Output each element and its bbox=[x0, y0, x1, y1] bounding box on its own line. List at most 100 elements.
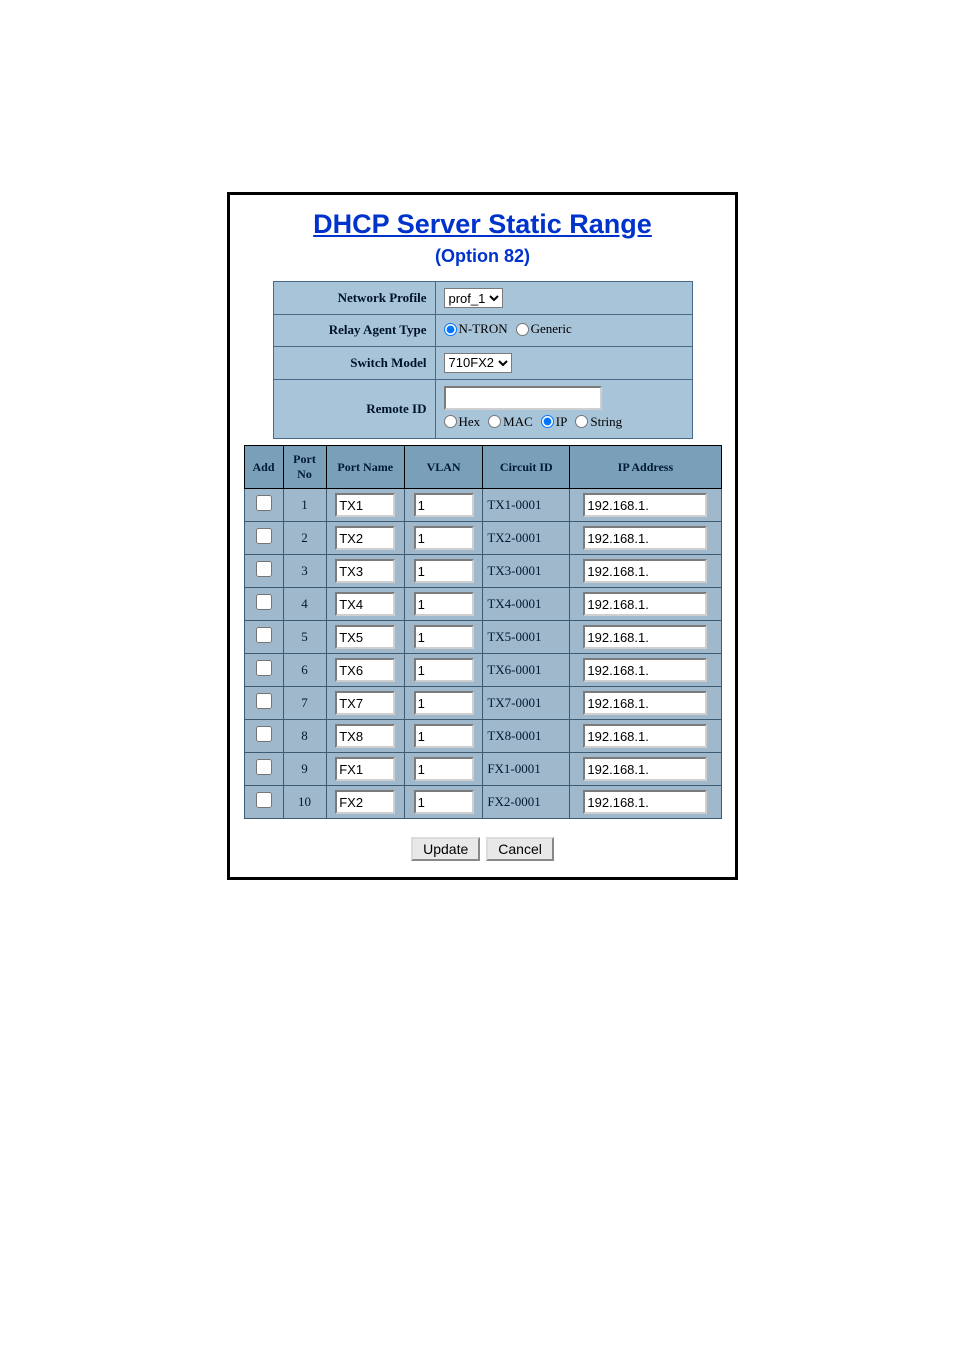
vlan-input[interactable] bbox=[414, 691, 474, 715]
remote-ip-option[interactable]: IP bbox=[541, 414, 568, 430]
port-name-input[interactable] bbox=[335, 493, 395, 517]
add-checkbox[interactable] bbox=[256, 693, 272, 709]
port-name-input[interactable] bbox=[335, 790, 395, 814]
remote-id-label: Remote ID bbox=[273, 379, 435, 439]
port-name-input[interactable] bbox=[335, 658, 395, 682]
relay-ntron-option[interactable]: N-TRON bbox=[444, 321, 508, 337]
relay-generic-option[interactable]: Generic bbox=[516, 321, 572, 337]
remote-ip-label: IP bbox=[556, 414, 568, 430]
circuit-id-cell: TX2-0001 bbox=[483, 522, 570, 555]
add-checkbox[interactable] bbox=[256, 528, 272, 544]
vlan-input[interactable] bbox=[414, 724, 474, 748]
add-checkbox[interactable] bbox=[256, 660, 272, 676]
add-checkbox[interactable] bbox=[256, 627, 272, 643]
relay-ntron-label: N-TRON bbox=[459, 321, 508, 337]
add-checkbox[interactable] bbox=[256, 594, 272, 610]
port-no-cell: 1 bbox=[283, 489, 326, 522]
button-row: Update Cancel bbox=[230, 837, 735, 861]
port-name-input[interactable] bbox=[335, 559, 395, 583]
col-port-name: Port Name bbox=[326, 446, 404, 489]
network-profile-label: Network Profile bbox=[273, 282, 435, 315]
port-name-input[interactable] bbox=[335, 625, 395, 649]
remote-mac-option[interactable]: MAC bbox=[488, 414, 533, 430]
ip-address-input[interactable] bbox=[583, 526, 707, 550]
port-name-input[interactable] bbox=[335, 592, 395, 616]
add-checkbox[interactable] bbox=[256, 792, 272, 808]
port-name-input[interactable] bbox=[335, 724, 395, 748]
remote-string-option[interactable]: String bbox=[575, 414, 622, 430]
ip-address-input[interactable] bbox=[583, 493, 707, 517]
remote-ip-radio[interactable] bbox=[541, 415, 554, 428]
ip-address-input[interactable] bbox=[583, 757, 707, 781]
col-port-no: Port No bbox=[283, 446, 326, 489]
table-row: 8 TX8-0001 bbox=[244, 720, 721, 753]
remote-string-radio[interactable] bbox=[575, 415, 588, 428]
remote-mac-label: MAC bbox=[503, 414, 533, 430]
port-name-input[interactable] bbox=[335, 691, 395, 715]
port-no-cell: 10 bbox=[283, 786, 326, 819]
table-row: 3 TX3-0001 bbox=[244, 555, 721, 588]
remote-hex-option[interactable]: Hex bbox=[444, 414, 481, 430]
ip-address-input[interactable] bbox=[583, 658, 707, 682]
remote-id-input[interactable] bbox=[444, 386, 602, 410]
ip-address-input[interactable] bbox=[583, 592, 707, 616]
circuit-id-cell: TX6-0001 bbox=[483, 654, 570, 687]
add-checkbox[interactable] bbox=[256, 759, 272, 775]
vlan-input[interactable] bbox=[414, 559, 474, 583]
vlan-input[interactable] bbox=[414, 757, 474, 781]
ip-address-input[interactable] bbox=[583, 559, 707, 583]
port-no-cell: 3 bbox=[283, 555, 326, 588]
vlan-input[interactable] bbox=[414, 658, 474, 682]
update-button[interactable]: Update bbox=[411, 837, 480, 861]
vlan-input[interactable] bbox=[414, 592, 474, 616]
vlan-input[interactable] bbox=[414, 790, 474, 814]
add-checkbox[interactable] bbox=[256, 495, 272, 511]
switch-model-label: Switch Model bbox=[273, 346, 435, 379]
remote-hex-label: Hex bbox=[459, 414, 481, 430]
vlan-input[interactable] bbox=[414, 493, 474, 517]
ip-address-input[interactable] bbox=[583, 724, 707, 748]
settings-table: Network Profile prof_1 Relay Agent Type … bbox=[273, 281, 693, 439]
switch-model-select[interactable]: 710FX2 bbox=[444, 353, 512, 373]
ip-address-input[interactable] bbox=[583, 625, 707, 649]
add-checkbox[interactable] bbox=[256, 726, 272, 742]
port-no-cell: 5 bbox=[283, 621, 326, 654]
table-row: 10 FX2-0001 bbox=[244, 786, 721, 819]
circuit-id-cell: FX2-0001 bbox=[483, 786, 570, 819]
add-checkbox[interactable] bbox=[256, 561, 272, 577]
table-row: 2 TX2-0001 bbox=[244, 522, 721, 555]
ip-address-input[interactable] bbox=[583, 691, 707, 715]
remote-mac-radio[interactable] bbox=[488, 415, 501, 428]
circuit-id-cell: FX1-0001 bbox=[483, 753, 570, 786]
port-name-input[interactable] bbox=[335, 526, 395, 550]
cancel-button[interactable]: Cancel bbox=[486, 837, 554, 861]
circuit-id-cell: TX5-0001 bbox=[483, 621, 570, 654]
table-row: 5 TX5-0001 bbox=[244, 621, 721, 654]
circuit-id-cell: TX8-0001 bbox=[483, 720, 570, 753]
port-no-cell: 7 bbox=[283, 687, 326, 720]
port-no-cell: 6 bbox=[283, 654, 326, 687]
circuit-id-cell: TX3-0001 bbox=[483, 555, 570, 588]
col-add: Add bbox=[244, 446, 283, 489]
port-no-cell: 2 bbox=[283, 522, 326, 555]
vlan-input[interactable] bbox=[414, 625, 474, 649]
vlan-input[interactable] bbox=[414, 526, 474, 550]
table-row: 7TX7-0001 bbox=[244, 687, 721, 720]
network-profile-select[interactable]: prof_1 bbox=[444, 288, 503, 308]
port-no-cell: 8 bbox=[283, 720, 326, 753]
circuit-id-cell: TX1-0001 bbox=[483, 489, 570, 522]
page-title: DHCP Server Static Range bbox=[230, 209, 735, 240]
dhcp-static-range-panel: DHCP Server Static Range (Option 82) Net… bbox=[227, 192, 738, 880]
ip-address-input[interactable] bbox=[583, 790, 707, 814]
relay-ntron-radio[interactable] bbox=[444, 323, 457, 336]
relay-generic-label: Generic bbox=[531, 321, 572, 337]
col-ip-address: IP Address bbox=[570, 446, 721, 489]
table-row: 4TX4-0001 bbox=[244, 588, 721, 621]
col-circuit-id: Circuit ID bbox=[483, 446, 570, 489]
port-name-input[interactable] bbox=[335, 757, 395, 781]
relay-generic-radio[interactable] bbox=[516, 323, 529, 336]
remote-hex-radio[interactable] bbox=[444, 415, 457, 428]
col-vlan: VLAN bbox=[404, 446, 482, 489]
table-row: 9FX1-0001 bbox=[244, 753, 721, 786]
port-table: Add Port No Port Name VLAN Circuit ID IP… bbox=[244, 445, 722, 819]
